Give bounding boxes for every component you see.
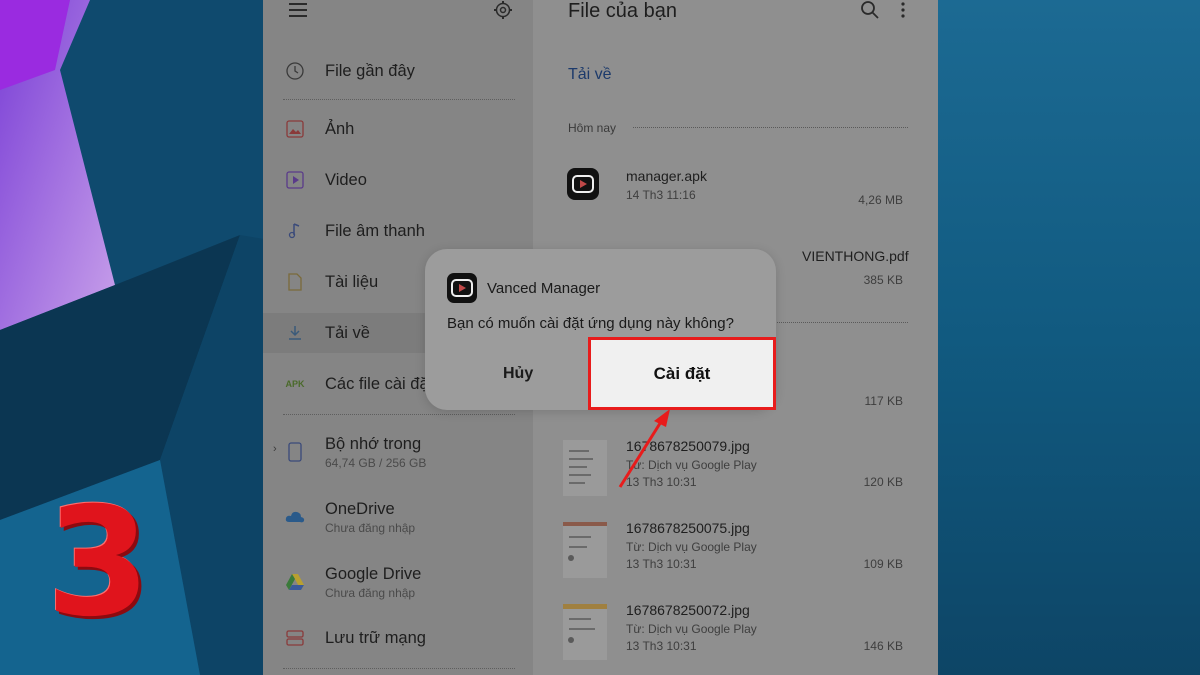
breadcrumb-downloads[interactable]: Tải về	[568, 66, 612, 84]
dialog-app-name: Vanced Manager	[487, 279, 601, 297]
file-size: 385 KB	[863, 273, 903, 287]
list-item[interactable]: 1678678250072.jpg Từ: Dịch vụ Google Pla…	[559, 602, 903, 662]
red-arrow-annotation	[618, 409, 670, 488]
drawer-item-recent[interactable]: File gần đây	[285, 51, 513, 91]
image-thumbnail	[563, 604, 607, 660]
dialog-header: Vanced Manager	[447, 273, 600, 303]
phone-icon	[285, 442, 305, 462]
file-size: 120 KB	[863, 475, 903, 489]
file-date: 13 Th3 10:31	[626, 557, 697, 571]
hamburger-icon[interactable]	[289, 2, 307, 23]
storage-label: Google Drive	[325, 564, 422, 583]
file-date: 13 Th3 10:31	[626, 639, 697, 653]
file-size: 4,26 MB	[858, 193, 903, 207]
onedrive-icon	[285, 507, 305, 527]
list-item[interactable]: 1678678250075.jpg Từ: Dịch vụ Google Pla…	[559, 520, 903, 580]
storage-status: Chưa đăng nhập	[325, 585, 416, 600]
drawer-item-network-storage[interactable]: Lưu trữ mạng	[285, 618, 513, 658]
clock-icon	[285, 61, 305, 81]
file-name: manager.apk	[626, 168, 707, 184]
apk-app-icon	[567, 168, 599, 200]
dialog-message: Bạn có muốn cài đặt ứng dụng này không?	[447, 315, 734, 332]
storage-usage: 64,74 GB / 256 GB	[325, 455, 427, 470]
file-name: VIENTHONG.pdf	[802, 248, 909, 264]
drawer-item-label: Ảnh	[325, 119, 355, 138]
drawer-item-label: Tải về	[325, 323, 370, 342]
storage-status: Chưa đăng nhập	[325, 520, 416, 535]
search-icon[interactable]	[860, 0, 880, 25]
step-number: 3	[46, 476, 151, 650]
network-storage-icon	[285, 628, 305, 648]
google-drive-icon	[285, 572, 305, 592]
drawer-item-audio[interactable]: File âm thanh	[285, 211, 513, 251]
music-icon	[285, 221, 305, 241]
divider	[633, 127, 908, 128]
image-icon	[285, 119, 305, 139]
file-size: 146 KB	[863, 639, 903, 653]
video-icon	[285, 170, 305, 190]
file-source: Từ: Dịch vụ Google Play	[626, 622, 757, 636]
drawer-item-internal-storage[interactable]: › Bộ nhớ trong 64,74 GB / 256 GB	[273, 430, 513, 474]
chevron-right-icon[interactable]: ›	[273, 443, 277, 455]
divider	[283, 99, 515, 100]
file-date: 14 Th3 11:16	[626, 188, 696, 202]
file-name: 1678678250072.jpg	[626, 602, 750, 618]
download-icon	[285, 323, 305, 343]
drawer-item-label: Tài liệu	[325, 272, 379, 291]
drawer-item-label: Video	[325, 170, 367, 189]
drawer-item-label: File gần đây	[325, 61, 415, 80]
drawer-item-label: Các file cài đặ	[325, 374, 429, 393]
divider	[283, 668, 515, 669]
drawer-item-onedrive[interactable]: OneDrive Chưa đăng nhập	[285, 495, 513, 539]
vanced-manager-icon	[447, 273, 477, 303]
page-title: File của bạn	[568, 0, 677, 22]
background-right-panel	[938, 0, 1200, 675]
file-size: 109 KB	[863, 557, 903, 571]
file-source: Từ: Dịch vụ Google Play	[626, 540, 757, 554]
more-vert-icon[interactable]	[900, 1, 906, 24]
document-icon	[285, 272, 305, 292]
install-button-label: Cài đặt	[653, 363, 711, 383]
cancel-button[interactable]: Hủy	[503, 365, 533, 383]
apk-icon: APK	[285, 374, 305, 394]
apk-icon-text: APK	[285, 379, 305, 389]
drawer-item-images[interactable]: Ảnh	[285, 109, 513, 149]
divider	[283, 414, 515, 415]
section-label: Hôm nay	[568, 121, 617, 135]
storage-label: Bộ nhớ trong	[325, 434, 422, 453]
list-item[interactable]: manager.apk 14 Th3 11:16 4,26 MB	[559, 168, 903, 228]
drawer-item-video[interactable]: Video	[285, 160, 513, 200]
file-name: 1678678250075.jpg	[626, 520, 750, 536]
file-size: 117 KB	[864, 394, 903, 408]
gear-icon[interactable]	[493, 0, 513, 25]
drawer-item-google-drive[interactable]: Google Drive Chưa đăng nhập	[285, 560, 513, 604]
drawer-item-label: File âm thanh	[325, 221, 425, 240]
image-thumbnail	[563, 522, 607, 578]
storage-label: OneDrive	[325, 499, 395, 518]
drawer-item-label: Lưu trữ mạng	[325, 628, 426, 647]
